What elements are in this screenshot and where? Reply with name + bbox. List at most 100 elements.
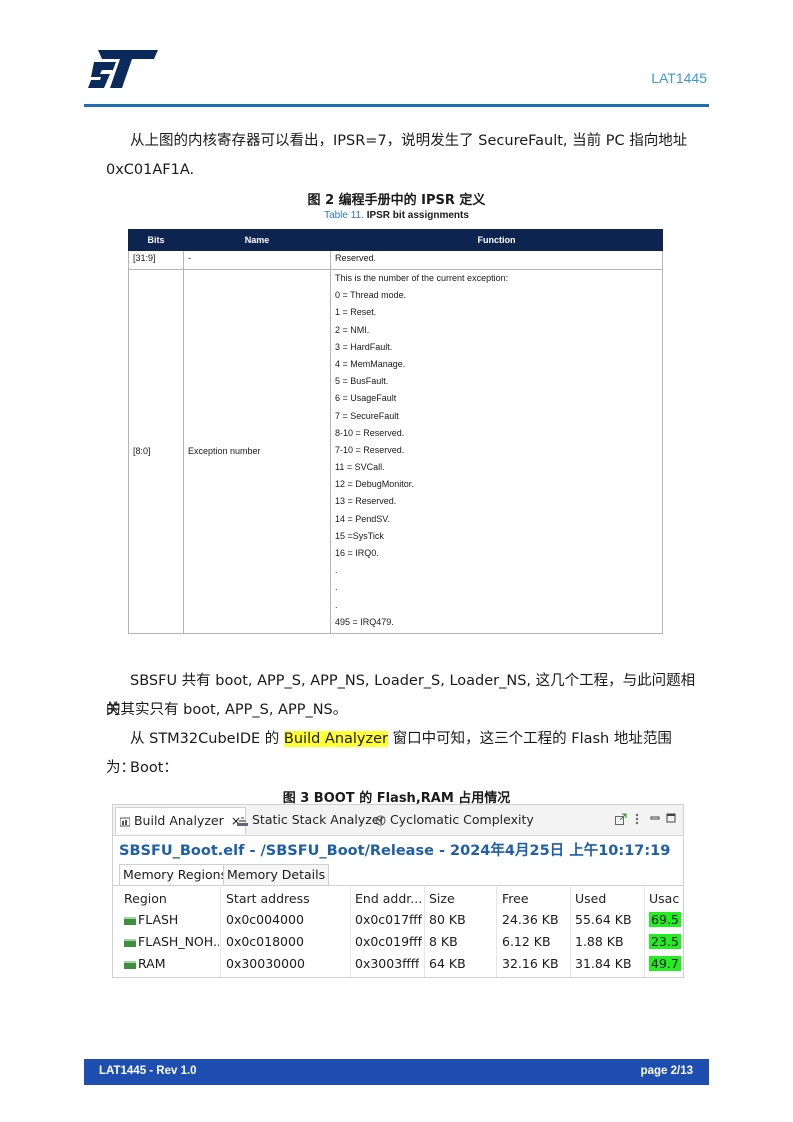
tab-memory-details[interactable]: Memory Details [223, 864, 330, 885]
used: 55.64 KB [575, 912, 632, 927]
usage: 23.5 [649, 931, 681, 952]
function-line: 3 = HardFault. [335, 341, 393, 352]
intro-line-1: 从上图的内核寄存器可以看出，IPSR=7，说明发生了 SecureFault, … [130, 133, 688, 149]
function-line: . [335, 582, 338, 593]
function-line: 4 = MemManage. [335, 358, 406, 369]
build-analyzer-panel: Build Analyzer × Static Stack Analyzer C… [112, 804, 684, 978]
used: 1.88 KB [575, 934, 624, 949]
function-line: 12 = DebugMonitor. [335, 479, 414, 490]
table11-caption: Table 11. IPSR bit assignments [0, 210, 793, 221]
highlighted-text: Build Analyzer [283, 731, 389, 747]
table-row: [8:0] Exception number This is the numbe… [128, 269, 663, 634]
tab-static-stack-analyzer[interactable]: Static Stack Analyzer [237, 812, 385, 827]
start-address: 0x0c018000 [226, 934, 304, 949]
minimize-icon[interactable] [650, 813, 660, 823]
function-line: 1 = Reset. [335, 307, 377, 318]
region-cell: RAM [124, 953, 166, 974]
stack-icon [237, 816, 248, 826]
analyzer-title: SBSFU_Boot.elf - /SBSFU_Boot/Release - 2… [119, 843, 671, 859]
usage-bar: 23.5 [649, 934, 681, 949]
free: 32.16 KB [502, 956, 559, 971]
body-line-2: 的其实只有 boot, APP_S, APP_NS。 [106, 702, 348, 718]
function-line: . [335, 599, 338, 610]
table-header-row: Region Start address End addr... Size Fr… [113, 888, 683, 909]
function-line: 16 = IRQ0. [335, 548, 379, 558]
end-address: 0x0c017fff [355, 912, 423, 927]
col-usage[interactable]: Usac [649, 888, 679, 909]
size: 64 KB [429, 956, 466, 971]
cell-function: Reserved. [330, 250, 663, 270]
cell-name: Exception number [183, 269, 331, 634]
tab-build-analyzer[interactable]: Build Analyzer × [115, 807, 247, 834]
header-rule [84, 104, 709, 107]
function-line: 8-10 = Reserved. [335, 427, 405, 438]
col-size[interactable]: Size [429, 888, 455, 909]
col-used[interactable]: Used [575, 888, 606, 909]
usage-bar: 49.7 [649, 956, 681, 971]
maximize-icon[interactable] [666, 813, 676, 823]
function-line: 495 = IRQ479. [335, 616, 394, 627]
header-doc-code: LAT1445 [651, 70, 707, 86]
usage-bar: 69.5 [649, 912, 681, 927]
col-end-address[interactable]: End addr... [355, 888, 422, 909]
tab-cyclomatic-complexity[interactable]: Cyclomatic Complexity [375, 812, 534, 827]
free: 24.36 KB [502, 912, 559, 927]
col-bits: Bits [128, 229, 184, 251]
cell-bits: [8:0] [128, 269, 184, 634]
table-number: Table 11. [324, 210, 364, 221]
function-line: 5 = BusFault. [335, 376, 389, 387]
table-row[interactable]: FLASH_NOH... 0x0c018000 0x0c019fff 8 KB … [113, 931, 683, 952]
function-line: 0 = Thread mode. [335, 290, 407, 301]
col-free[interactable]: Free [502, 888, 529, 909]
col-name: Name [183, 229, 331, 251]
page-footer: LAT1445 - Rev 1.0 page 2/13 [84, 1059, 709, 1085]
region-name: RAM [138, 956, 166, 971]
tab-label: Static Stack Analyzer [251, 812, 385, 827]
end-address: 0x3003ffff [355, 956, 420, 971]
region-cell: FLASH [124, 909, 178, 930]
usage: 49.7 [649, 953, 681, 974]
text-before: 从 STM32CubeIDE 的 [130, 731, 284, 747]
col-start-address[interactable]: Start address [226, 888, 310, 909]
function-line: This is the number of the current except… [335, 273, 509, 283]
start-address: 0x30030000 [226, 956, 305, 971]
size: 8 KB [429, 934, 458, 949]
tab-memory-regions[interactable]: Memory Regions [119, 864, 232, 885]
free: 6.12 KB [502, 934, 551, 949]
tab-label: Build Analyzer [133, 813, 224, 828]
region-name: FLASH_NOH... [138, 934, 219, 949]
figure2-caption: 图 2 编程手册中的 IPSR 定义 [307, 193, 486, 208]
function-line: 6 = UsageFault [335, 393, 397, 404]
function-line: 11 = SVCall. [335, 462, 385, 473]
st-logo [88, 50, 158, 88]
export-icon[interactable] [615, 813, 627, 825]
memory-chip-icon [124, 916, 136, 925]
cell-bits: [31:9] [128, 250, 184, 270]
memory-chip-icon [124, 938, 136, 947]
used: 31.84 KB [575, 956, 632, 971]
table-row[interactable]: RAM 0x30030000 0x3003ffff 64 KB 32.16 KB… [113, 953, 683, 974]
footer-rev: LAT1445 - Rev 1.0 [99, 1065, 197, 1077]
ipsr-table: Bits Name Function [31:9] - Reserved. [8… [128, 229, 663, 634]
function-line: 14 = PendSV. [335, 513, 390, 524]
view-menu-icon[interactable] [635, 813, 639, 825]
function-line: 15 =SysTick [335, 530, 384, 541]
col-function: Function [330, 229, 663, 251]
complexity-icon [375, 815, 386, 826]
usage: 69.5 [649, 909, 681, 930]
intro-line-2: 0xC01AF1A. [106, 162, 195, 178]
region-cell: FLASH_NOH... [124, 931, 219, 952]
end-address: 0x0c019fff [355, 934, 423, 949]
function-line: 7-10 = Reserved. [335, 444, 405, 455]
size: 80 KB [429, 912, 466, 927]
col-region[interactable]: Region [124, 888, 167, 909]
function-line: 7 = SecureFault [335, 410, 399, 421]
table-top-border [113, 885, 683, 886]
function-line: . [335, 565, 338, 576]
view-tab-bar: Build Analyzer × Static Stack Analyzer C… [113, 805, 683, 836]
table-row: [31:9] - Reserved. [128, 250, 663, 270]
function-line: 2 = NMI. [335, 324, 370, 335]
start-address: 0x0c004000 [226, 912, 304, 927]
table-row[interactable]: FLASH 0x0c004000 0x0c017fff 80 KB 24.36 … [113, 909, 683, 930]
table-title: IPSR bit assignments [366, 210, 469, 221]
